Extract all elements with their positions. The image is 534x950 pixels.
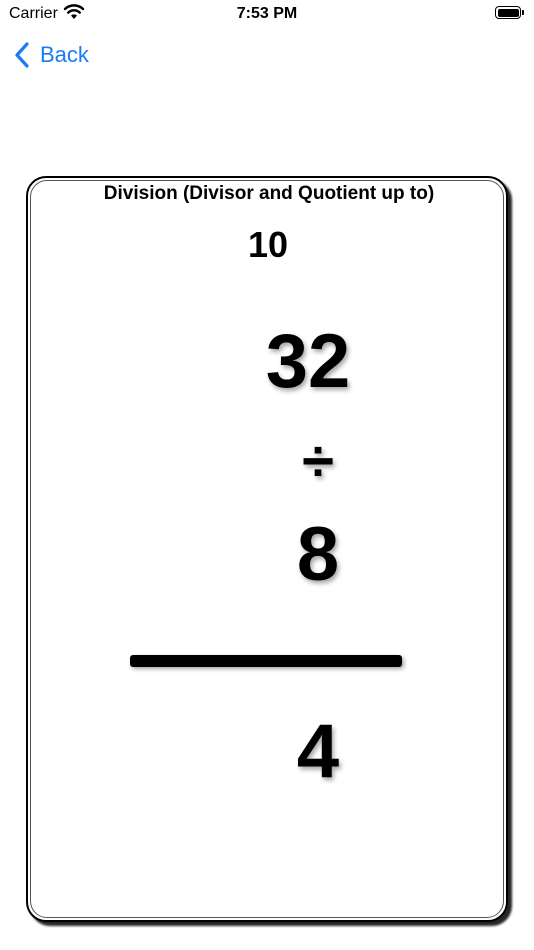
card-title: Division (Divisor and Quotient up to) — [103, 183, 435, 204]
card-limit-value: 10 — [247, 224, 289, 265]
battery-icon — [495, 6, 521, 19]
chevron-left-icon — [15, 42, 29, 68]
back-label: Back — [40, 42, 89, 67]
divisor: 8 — [296, 512, 340, 597]
battery-nub — [522, 10, 524, 15]
flash-card[interactable]: Division (Divisor and Quotient up to) 10… — [26, 176, 508, 922]
card-inner-border — [30, 180, 504, 918]
answer-line — [130, 655, 402, 667]
dividend: 32 — [265, 319, 351, 404]
status-time: 7:53 PM — [236, 5, 298, 22]
status-bar: Carrier 7:53 PM — [0, 0, 534, 30]
quotient: 4 — [296, 709, 340, 794]
back-button[interactable]: Back — [14, 38, 89, 72]
division-operator: ÷ — [302, 429, 334, 494]
